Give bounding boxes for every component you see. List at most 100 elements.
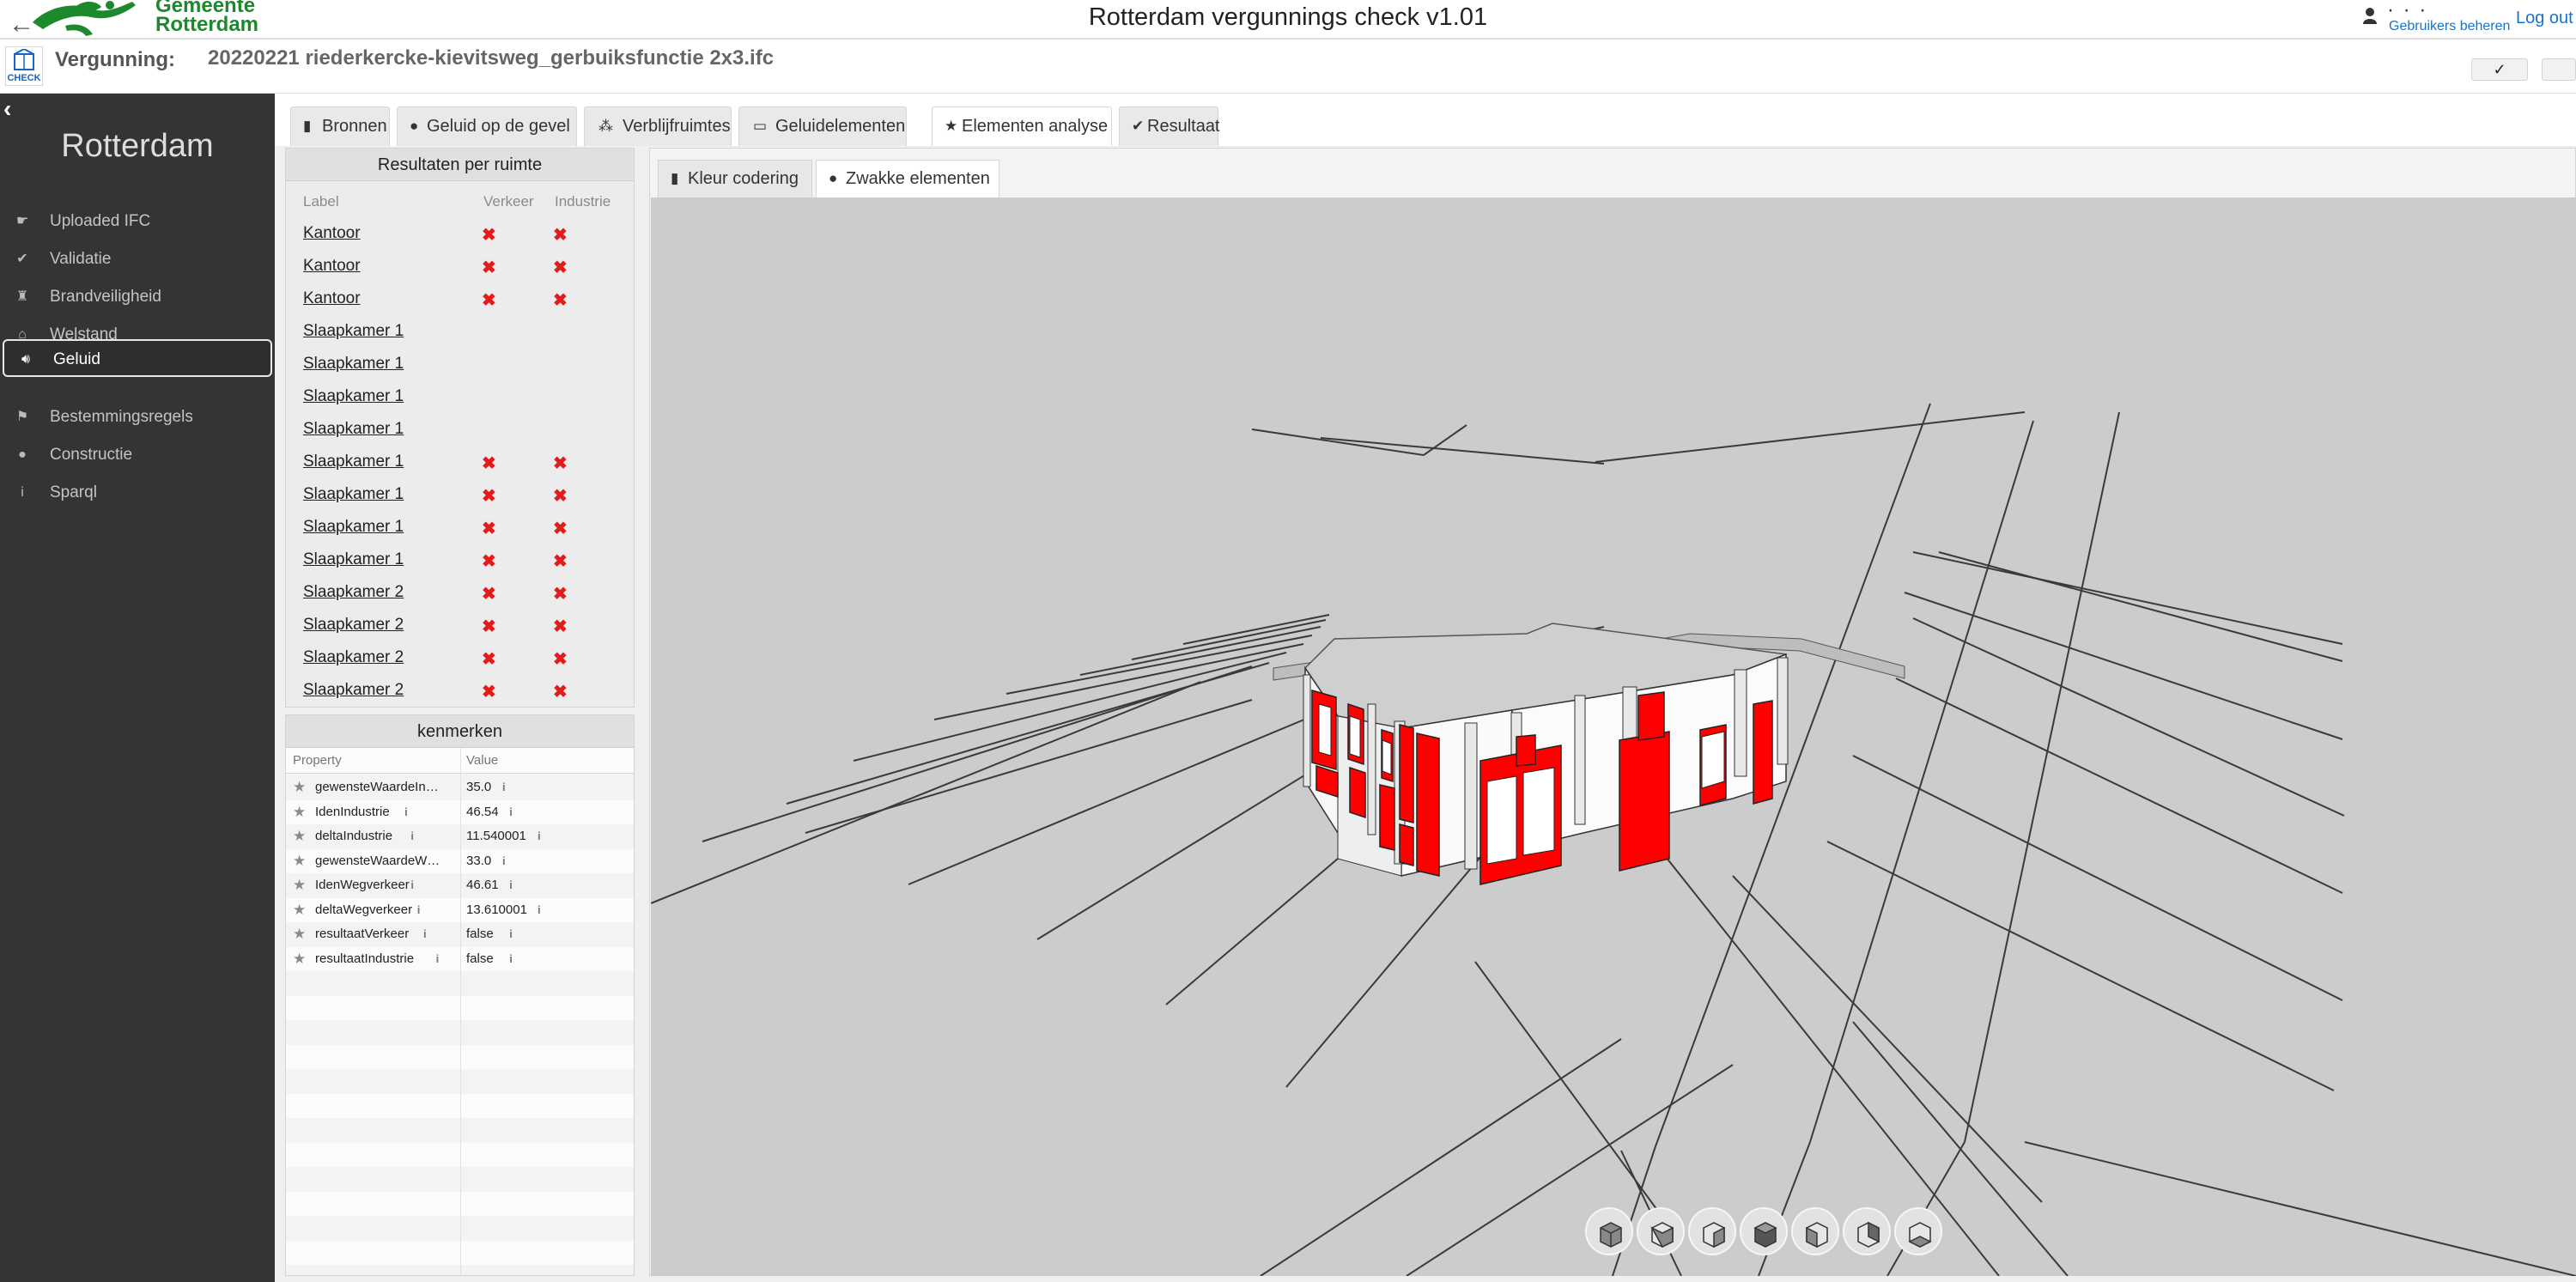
info-icon[interactable]: i	[408, 829, 416, 843]
sidebar-item-geluid[interactable]: 🔊︎ Geluid	[3, 339, 272, 377]
user-icon[interactable]	[2363, 7, 2377, 26]
column-header-verkeer: Verkeer	[483, 193, 534, 210]
sidebar-item-sparql[interactable]: i Sparql	[0, 474, 275, 512]
tab-elementen-analyse[interactable]: ★ Elementen analyse	[932, 106, 1112, 146]
verkeer-fail-icon: ✖	[482, 226, 496, 245]
star-icon[interactable]: ★	[293, 829, 306, 844]
tab-verblijfruimtes[interactable]: ⁂ Verblijfruimtes	[584, 106, 732, 146]
info-icon[interactable]: i	[402, 805, 410, 819]
sidebar-item-label: Geluid	[53, 350, 100, 368]
subtab-label: Zwakke elementen	[846, 169, 990, 188]
secondary-button[interactable]	[2542, 58, 2576, 81]
column-divider	[460, 748, 461, 1275]
view-front-icon[interactable]	[1637, 1207, 1685, 1255]
info-icon[interactable]: i	[433, 952, 441, 966]
room-link[interactable]: Slaapkamer 1	[303, 518, 404, 537]
info-icon[interactable]: i	[408, 878, 416, 892]
room-link[interactable]: Slaapkamer 1	[303, 453, 404, 471]
view-right-icon[interactable]	[1688, 1207, 1736, 1255]
3d-scene[interactable]	[651, 197, 2576, 1276]
sidebar-item-constructie[interactable]: ● Constructie	[0, 436, 275, 474]
subtab-kleur-codering[interactable]: ▮ Kleur codering	[658, 160, 812, 197]
room-link[interactable]: Slaapkamer 1	[303, 322, 404, 341]
room-link[interactable]: Slaapkamer 1	[303, 420, 404, 439]
tab-label: Elementen analyse	[962, 117, 1109, 136]
sidebar-item-brandveiligheid[interactable]: ♜ Brandveiligheid	[0, 278, 275, 316]
sidebar-item-validatie[interactable]: ✔ Validatie	[0, 240, 275, 278]
industrie-fail-icon: ✖	[553, 291, 568, 310]
info-icon[interactable]: i	[421, 927, 429, 941]
view-left-icon[interactable]	[1791, 1207, 1839, 1255]
table-row: Slaapkamer 1	[286, 349, 634, 382]
industrie-fail-icon: ✖	[553, 258, 568, 277]
property-name: IdenWegverkeer	[315, 878, 410, 892]
subtab-zwakke-elementen[interactable]: ● Zwakke elementen	[816, 160, 999, 197]
room-link[interactable]: Slaapkamer 2	[303, 583, 404, 602]
info-icon[interactable]: i	[535, 829, 544, 843]
property-name: IdenIndustrie	[315, 804, 390, 819]
room-link[interactable]: Slaapkamer 1	[303, 355, 404, 374]
star-icon[interactable]: ★	[293, 804, 306, 820]
star-icon: ★	[945, 118, 958, 134]
tab-bronnen[interactable]: ▮ Bronnen	[290, 106, 390, 146]
star-icon[interactable]: ★	[293, 780, 306, 795]
room-link[interactable]: Slaapkamer 1	[303, 485, 404, 504]
sidebar-item-label: Constructie	[50, 446, 133, 464]
property-value: 33.0	[466, 853, 492, 868]
building-model[interactable]	[1273, 623, 1905, 885]
star-icon[interactable]: ★	[293, 853, 306, 869]
room-link[interactable]: Slaapkamer 2	[303, 648, 404, 667]
property-value: 46.61	[466, 878, 499, 892]
property-name: gewensteWaardeIndus...	[315, 780, 444, 794]
view-back-icon[interactable]	[1843, 1207, 1891, 1255]
room-link[interactable]: Slaapkamer 2	[303, 681, 404, 700]
view-top-icon[interactable]	[1740, 1207, 1788, 1255]
info-icon[interactable]: i	[507, 878, 515, 892]
room-link[interactable]: Kantoor	[303, 289, 361, 308]
view-iso-icon[interactable]	[1585, 1207, 1633, 1255]
check-logo-icon	[14, 49, 34, 70]
table-row: Kantoor ✖ ✖	[286, 284, 634, 317]
info-icon[interactable]: i	[507, 805, 515, 819]
tab-geluid-op-de-gevel[interactable]: ● Geluid op de gevel	[397, 106, 577, 146]
tab-resultaat[interactable]: ✔ Resultaat	[1119, 106, 1220, 146]
column-header-industrie: Industrie	[555, 193, 611, 210]
table-row: Kantoor ✖ ✖	[286, 219, 634, 252]
3d-viewport[interactable]	[651, 197, 2576, 1276]
info-icon[interactable]: i	[535, 903, 544, 917]
sidebar-item-label: Brandveiligheid	[50, 288, 161, 306]
sidebar-item-uploaded-ifc[interactable]: ☛ Uploaded IFC	[0, 203, 275, 240]
room-link[interactable]: Slaapkamer 1	[303, 550, 404, 569]
info-icon[interactable]: i	[507, 952, 515, 966]
info-icon[interactable]: i	[500, 854, 508, 868]
check-logo-text: CHECK	[7, 73, 41, 83]
star-icon[interactable]: ★	[293, 927, 306, 942]
industrie-fail-icon: ✖	[553, 487, 568, 506]
view-bottom-icon[interactable]	[1894, 1207, 1942, 1255]
tab-geluidelementen[interactable]: ▭ Geluidelementen	[738, 106, 907, 146]
star-icon[interactable]: ★	[293, 902, 306, 918]
verkeer-fail-icon: ✖	[482, 454, 496, 473]
column-header-property: Property	[293, 753, 342, 768]
room-link[interactable]: Slaapkamer 1	[303, 387, 404, 406]
logout-link[interactable]: Log out	[2516, 9, 2573, 28]
table-row: Kantoor ✖ ✖	[286, 252, 634, 284]
star-icon[interactable]: ★	[293, 878, 306, 893]
info-icon[interactable]: i	[415, 903, 423, 917]
admin-link[interactable]: Gebruikers beheren	[2389, 19, 2510, 34]
property-value: 13.610001	[466, 902, 527, 917]
sitemap-icon: ⁂	[598, 118, 613, 134]
collapse-sidebar-icon[interactable]: ‹	[3, 97, 11, 121]
info-icon[interactable]: i	[500, 781, 508, 794]
info-icon[interactable]: i	[507, 927, 515, 941]
confirm-button[interactable]: ✓	[2471, 58, 2528, 81]
room-link[interactable]: Kantoor	[303, 257, 361, 276]
sidebar-item-bestemmingsregels[interactable]: ⚑ Bestemmingsregels	[0, 398, 275, 436]
room-link[interactable]: Slaapkamer 2	[303, 616, 404, 635]
verkeer-fail-icon: ✖	[482, 519, 496, 538]
room-link[interactable]: Kantoor	[303, 224, 361, 243]
star-icon[interactable]: ★	[293, 951, 306, 967]
verkeer-fail-icon: ✖	[482, 552, 496, 571]
laptop-icon: ▭	[753, 118, 768, 134]
property-value: false	[466, 951, 494, 966]
